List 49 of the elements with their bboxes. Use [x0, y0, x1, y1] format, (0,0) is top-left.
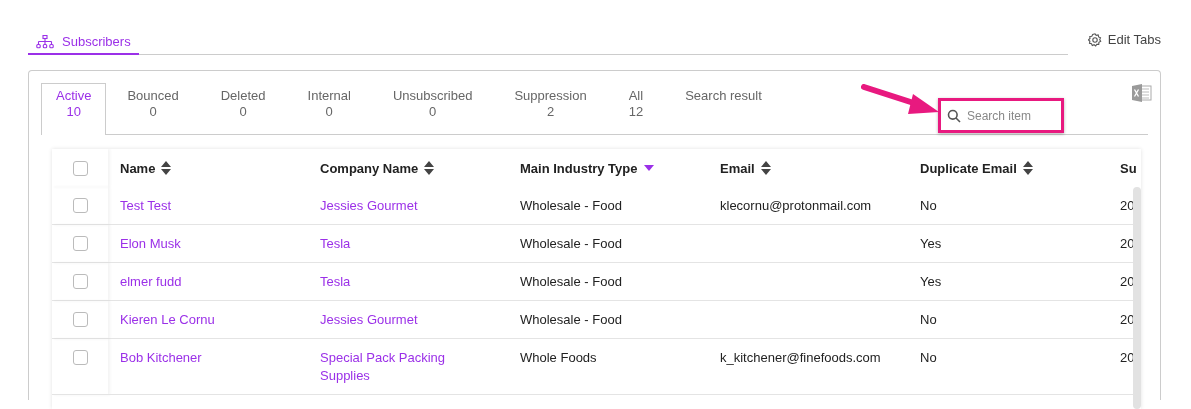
- table-link[interactable]: Kieren Le Cornu: [120, 311, 296, 329]
- checkbox[interactable]: [72, 274, 88, 289]
- table-link[interactable]: Tesla: [320, 235, 496, 253]
- page-tab[interactable]: Subscribers: [28, 34, 139, 55]
- table-cell-text: klecornu@protonmail.com: [720, 197, 873, 215]
- table-link[interactable]: Bob Kitchener: [120, 349, 296, 367]
- checkbox[interactable]: [72, 312, 88, 327]
- settings-icon: [1087, 32, 1102, 47]
- table-cell-text: Wholesale - Food: [520, 235, 623, 253]
- scrollbar[interactable]: [1133, 187, 1141, 409]
- search-input[interactable]: Search item: [967, 106, 1053, 125]
- table-cell-text: k_kitchener@finefoods.com: [720, 349, 882, 367]
- table-cell-text: Wholesale - Food: [520, 273, 623, 291]
- column-header[interactable]: Duplicate Email: [920, 149, 1033, 187]
- checkbox[interactable]: [72, 350, 88, 365]
- table-cell-text: No: [920, 197, 938, 215]
- sort-icon: [760, 161, 771, 175]
- spreadsheet-icon[interactable]: [1132, 84, 1152, 102]
- table-link[interactable]: Test Test: [120, 197, 296, 215]
- table-cell-text: Yes: [920, 273, 943, 291]
- hierarchy-icon: [36, 34, 54, 49]
- table-cell-text: No: [920, 311, 938, 329]
- column-header[interactable]: Main Industry Type: [520, 149, 654, 187]
- table-link[interactable]: Special Pack Packing Supplies: [320, 349, 496, 385]
- column-header[interactable]: Email: [720, 149, 771, 187]
- column-header[interactable]: Company Name: [320, 149, 435, 187]
- table-cell-text: Wholesale - Food: [520, 197, 623, 215]
- sort-icon: [424, 161, 435, 175]
- table-link[interactable]: Tesla: [320, 273, 496, 291]
- sort-icon: [1022, 161, 1033, 175]
- checkbox[interactable]: [72, 236, 88, 251]
- table-cell-text: No: [920, 349, 938, 367]
- table-link[interactable]: Elon Musk: [120, 235, 296, 253]
- checkbox[interactable]: [72, 160, 88, 176]
- checkbox[interactable]: [72, 198, 88, 213]
- table-cell-text: Wholesale - Food: [520, 311, 623, 329]
- column-header[interactable]: Su: [1120, 149, 1137, 187]
- edit-tabs-button[interactable]: Edit Tabs: [1087, 32, 1163, 55]
- column-header[interactable]: Name: [120, 149, 172, 187]
- table-link[interactable]: elmer fudd: [120, 273, 296, 291]
- search-icon: [947, 108, 961, 123]
- sort-down-icon: [643, 165, 654, 171]
- table-link[interactable]: Jessies Gourmet: [320, 311, 496, 329]
- table-link[interactable]: Jessies Gourmet: [320, 197, 496, 215]
- status-tab[interactable]: Active 10: [41, 83, 107, 135]
- table-cell-text: Whole Foods: [520, 349, 598, 367]
- table-cell-text: Yes: [920, 235, 943, 253]
- sort-icon: [161, 161, 172, 175]
- search-field[interactable]: Search item: [938, 98, 1064, 133]
